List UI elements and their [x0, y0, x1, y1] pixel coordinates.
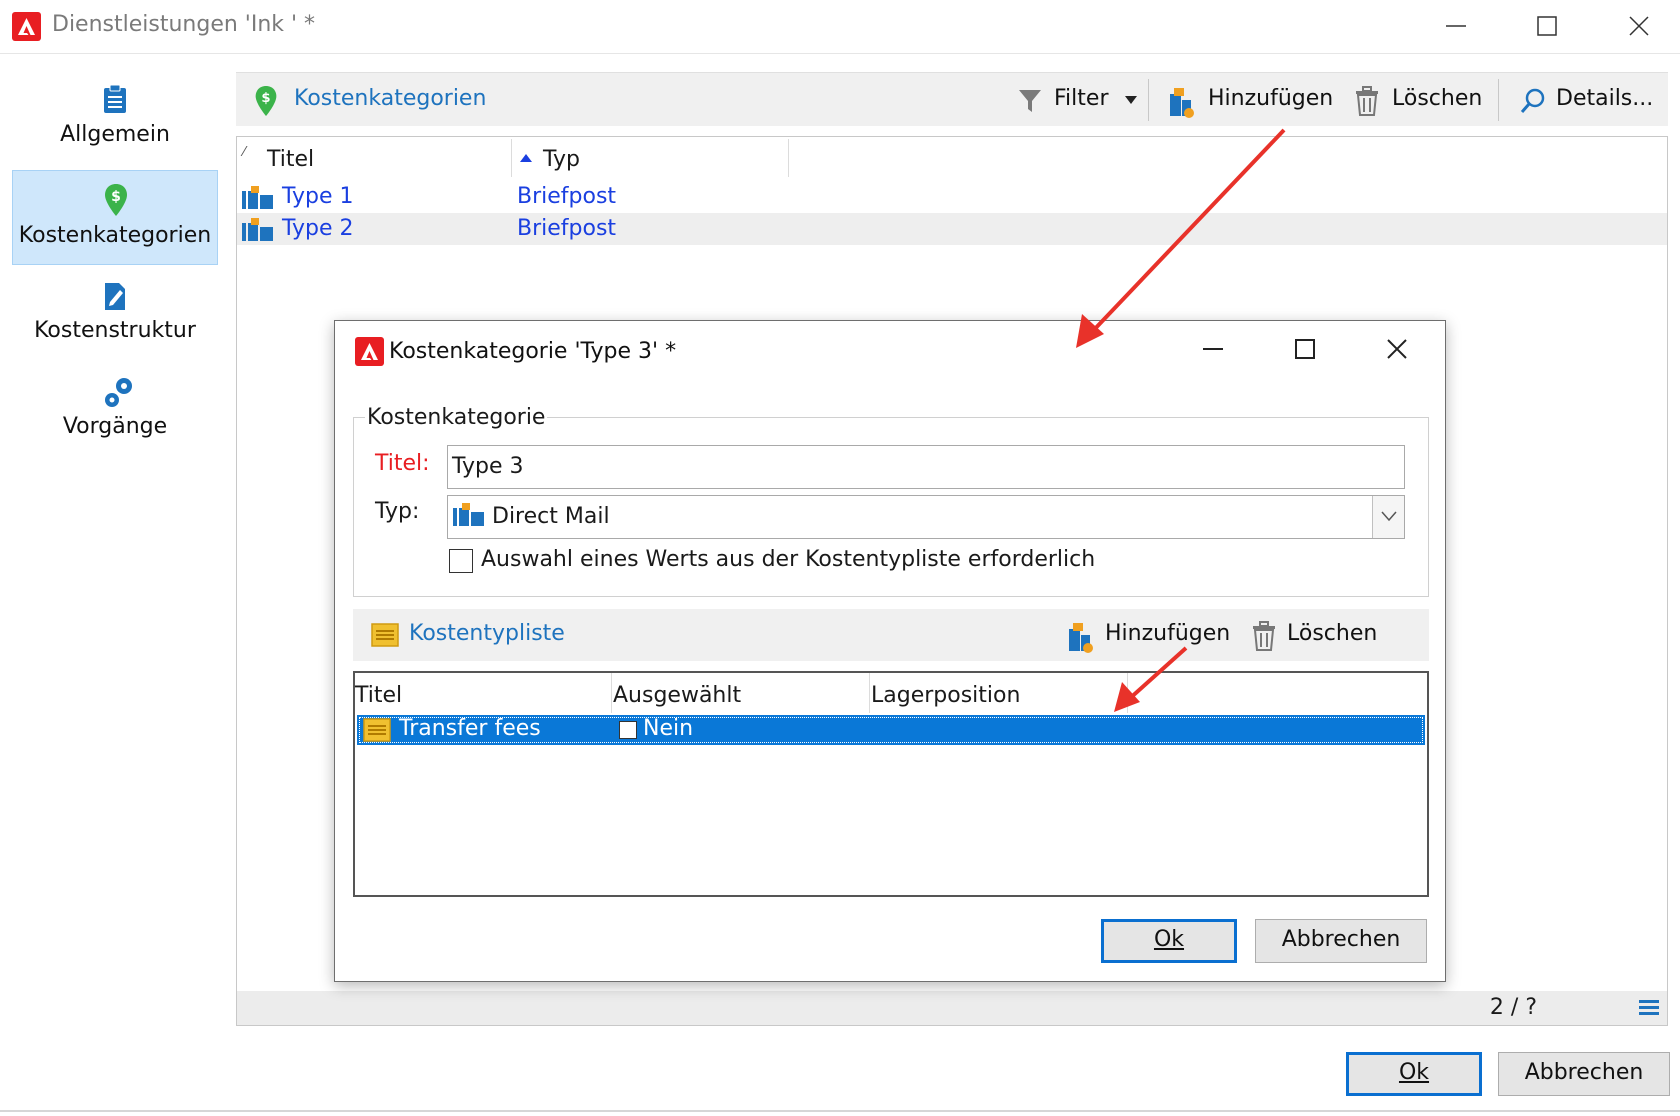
- column-header-ausgewaehlt[interactable]: Ausgewählt: [613, 683, 741, 708]
- kostenkategorien-toolbar: $ Kostenkategorien Filter Hinzufügen Lös…: [236, 72, 1668, 126]
- list-menu-icon[interactable]: [1639, 999, 1659, 1017]
- type-select[interactable]: Direct Mail: [447, 495, 1405, 539]
- dropdown-arrow[interactable]: [1372, 496, 1404, 538]
- gears-icon: [105, 378, 132, 407]
- row-title: Transfer fees: [399, 716, 541, 741]
- money-pin-icon: $: [105, 184, 127, 216]
- dialog-minimize-button[interactable]: [1195, 331, 1231, 367]
- column-divider[interactable]: [788, 139, 789, 177]
- adobe-logo-icon: [355, 337, 384, 366]
- maximize-button[interactable]: [1527, 6, 1567, 46]
- kostentypliste-grid: Titel Ausgewählt Lagerposition Transfer …: [353, 671, 1429, 897]
- list-item[interactable]: Transfer fees Nein: [357, 715, 1425, 745]
- minimize-button[interactable]: [1436, 6, 1476, 46]
- kostenkategorie-dialog: Kostenkategorie 'Type 3' * Kostenkategor…: [334, 320, 1446, 982]
- dialog-title: Kostenkategorie 'Type 3' *: [389, 339, 677, 364]
- clipboard-icon: [104, 84, 126, 113]
- list-icon: [363, 718, 391, 742]
- dialog-maximize-button[interactable]: [1287, 331, 1323, 367]
- group-legend: Kostenkategorie: [365, 405, 548, 430]
- table-row[interactable]: Type 1 Briefpost: [237, 181, 1667, 213]
- nav-item-kostenstruktur[interactable]: Kostenstruktur: [12, 274, 218, 354]
- window-title: Dienstleistungen 'Ink ' *: [52, 12, 316, 37]
- svg-text:$: $: [111, 189, 121, 205]
- column-divider[interactable]: [511, 139, 512, 177]
- row-title: Type 2: [282, 216, 354, 241]
- trash-icon: [1356, 86, 1378, 116]
- column-divider[interactable]: [1127, 673, 1128, 713]
- nav-item-vorgaenge[interactable]: Vorgänge: [12, 370, 218, 450]
- add-item-icon: [1069, 623, 1093, 653]
- grid-footer: 2 / ?: [237, 991, 1667, 1025]
- window-titlebar: Dienstleistungen 'Ink ' *: [0, 0, 1680, 54]
- toolbar-separator: [1148, 79, 1149, 121]
- money-pin-icon: $: [255, 85, 277, 117]
- column-divider[interactable]: [611, 673, 612, 713]
- row-title: Type 1: [282, 184, 354, 209]
- table-row[interactable]: Type 2 Briefpost: [237, 213, 1667, 245]
- grid-header: ⁄ Titel Typ: [237, 137, 1667, 179]
- ok-button[interactable]: Ok: [1346, 1052, 1482, 1096]
- list-title: Kostentypliste: [409, 621, 565, 646]
- title-input[interactable]: Type 3: [447, 445, 1405, 489]
- nav-item-kostenkategorien[interactable]: $ Kostenkategorien: [12, 170, 218, 265]
- selected-checkbox[interactable]: [619, 721, 637, 739]
- adobe-logo-icon: [12, 12, 41, 41]
- column-header-typ[interactable]: Typ: [543, 147, 580, 172]
- direct-mail-icon: [242, 186, 273, 209]
- row-selected: Nein: [643, 716, 694, 741]
- nav-item-allgemein[interactable]: Allgemein: [12, 76, 218, 156]
- column-header-lagerposition[interactable]: Lagerposition: [871, 683, 1020, 708]
- nav-label: Kostenstruktur: [34, 318, 196, 343]
- nav-label: Allgemein: [60, 122, 170, 147]
- direct-mail-icon: [453, 503, 484, 526]
- add-item-icon: [1170, 88, 1194, 118]
- direct-mail-icon: [242, 218, 273, 241]
- filter-icon: [1019, 90, 1041, 112]
- dialog-cancel-button[interactable]: Abbrechen: [1255, 919, 1427, 963]
- cancel-button[interactable]: Abbrechen: [1498, 1052, 1670, 1096]
- title-field-label: Titel:: [375, 451, 430, 476]
- chevron-down-icon[interactable]: [1124, 95, 1138, 105]
- required-checkbox[interactable]: [449, 549, 473, 573]
- type-field-label: Typ:: [375, 499, 420, 524]
- record-count: 2 / ?: [1489, 995, 1537, 1020]
- toolbar-title: Kostenkategorien: [294, 86, 487, 111]
- column-header-titel[interactable]: Titel: [267, 147, 314, 172]
- document-edit-icon: [105, 283, 125, 310]
- close-button[interactable]: [1619, 6, 1659, 46]
- trash-icon: [1253, 621, 1275, 651]
- search-icon: [1520, 88, 1545, 113]
- nav-label: Kostenkategorien: [18, 223, 212, 248]
- kostentypliste-toolbar: Kostentypliste Hinzufügen Löschen: [353, 609, 1429, 661]
- dialog-close-button[interactable]: [1379, 331, 1415, 367]
- nav-label: Vorgänge: [62, 414, 168, 439]
- dialog-ok-button[interactable]: Ok: [1101, 919, 1237, 963]
- window-bottom-border: [0, 1110, 1680, 1112]
- column-divider[interactable]: [869, 673, 870, 713]
- toolbar-separator: [1498, 79, 1499, 121]
- required-checkbox-label: Auswahl eines Werts aus der Kostentyplis…: [481, 547, 1096, 572]
- row-type: Briefpost: [517, 216, 617, 241]
- list-icon: [371, 623, 399, 647]
- row-type: Briefpost: [517, 184, 617, 209]
- sort-indicator-icon: ⁄: [243, 145, 246, 160]
- chevron-down-icon: [1381, 511, 1397, 522]
- sort-ascending-icon: [520, 154, 532, 162]
- svg-text:$: $: [261, 91, 270, 106]
- column-header-titel[interactable]: Titel: [355, 683, 402, 708]
